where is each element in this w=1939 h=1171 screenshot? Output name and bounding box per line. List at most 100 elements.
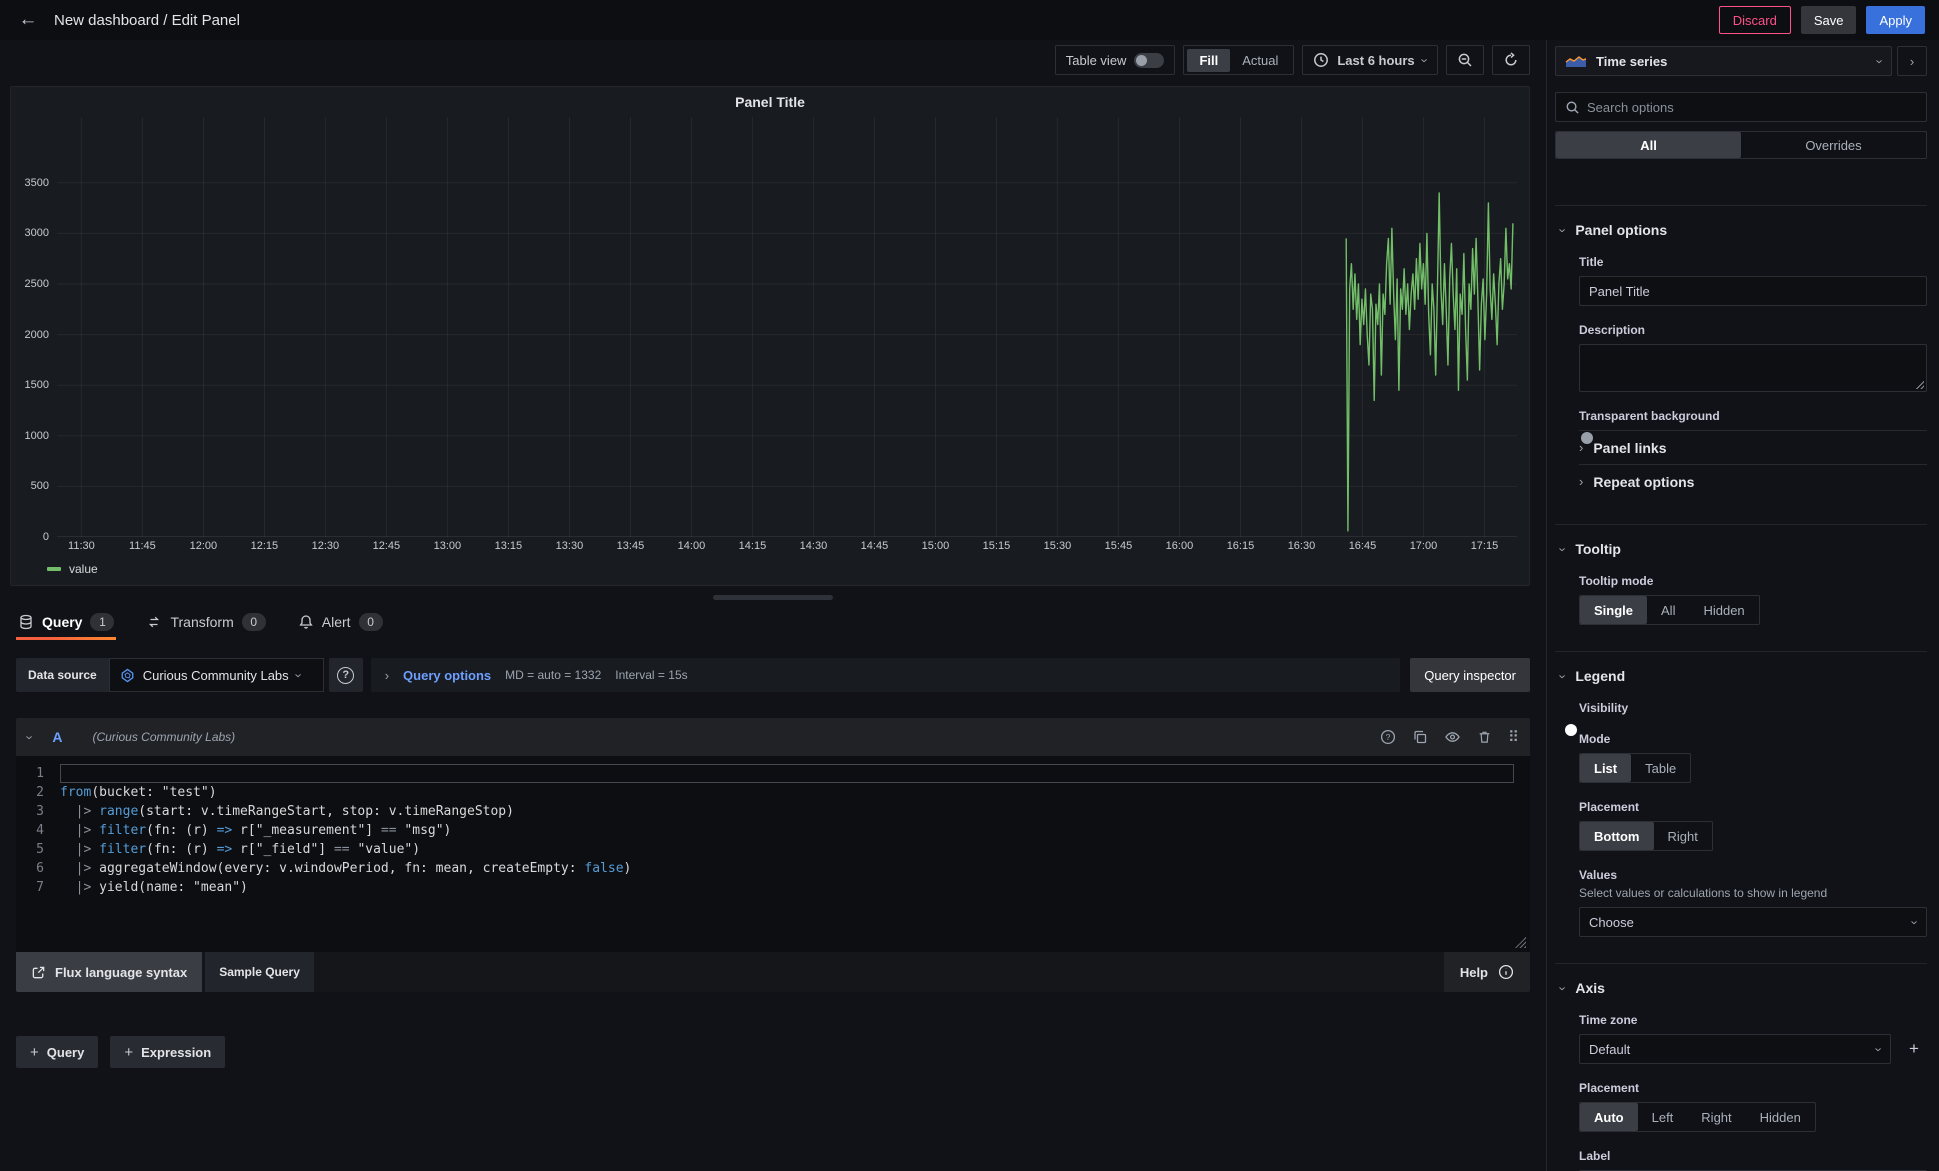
fill-option[interactable]: Fill bbox=[1187, 49, 1230, 72]
duplicate-icon[interactable] bbox=[1412, 729, 1428, 745]
panel-toolbar: Table view Fill Actual Last 6 hours › bbox=[0, 40, 1546, 80]
line-number: 3 bbox=[16, 802, 60, 821]
flux-code-editor[interactable]: 12from(bucket: "test")3 |> range(start: … bbox=[16, 756, 1530, 952]
help-circle-icon[interactable]: ? bbox=[1380, 729, 1396, 745]
discard-button[interactable]: Discard bbox=[1719, 6, 1791, 34]
x-axis-tick-label: 12:30 bbox=[312, 540, 340, 552]
axis-placement-group-option-left[interactable]: Left bbox=[1638, 1103, 1688, 1131]
editor-tabs: Query 1 Transform 0 Alert 0 bbox=[16, 604, 1530, 640]
options-filter-tabs-option-overrides[interactable]: Overrides bbox=[1741, 132, 1926, 158]
panel-options-header[interactable]: › Panel options bbox=[1555, 206, 1927, 238]
database-icon bbox=[18, 614, 34, 630]
add-query-button[interactable]: + Query bbox=[16, 1036, 98, 1068]
repeat-options-collapse[interactable]: › Repeat options bbox=[1579, 464, 1927, 498]
flux-syntax-label: Flux language syntax bbox=[55, 965, 187, 980]
line-number: 6 bbox=[16, 859, 60, 878]
time-range-picker[interactable]: Last 6 hours › bbox=[1302, 45, 1438, 75]
legend-values-select[interactable]: Choose › bbox=[1579, 907, 1927, 937]
time-series-viz-icon bbox=[1565, 54, 1587, 68]
eye-icon[interactable] bbox=[1444, 729, 1461, 745]
datasource-help-button[interactable]: ? bbox=[329, 658, 363, 692]
code-line-4[interactable]: 4 |> filter(fn: (r) => r["_measurement"]… bbox=[16, 821, 1530, 840]
code-line-2[interactable]: 2from(bucket: "test") bbox=[16, 783, 1530, 802]
options-search-input[interactable] bbox=[1587, 100, 1917, 115]
legend-mode-group-option-list[interactable]: List bbox=[1580, 754, 1631, 782]
trash-icon[interactable] bbox=[1477, 729, 1492, 745]
code-line-1[interactable]: 1 bbox=[16, 764, 1530, 783]
tab-transform[interactable]: Transform 0 bbox=[144, 604, 267, 640]
add-expression-label: Expression bbox=[141, 1045, 211, 1060]
plot-region[interactable] bbox=[57, 117, 1517, 537]
panel-description-textarea[interactable] bbox=[1579, 344, 1927, 392]
code-line-5[interactable]: 5 |> filter(fn: (r) => r["_field"] == "v… bbox=[16, 840, 1530, 859]
tooltip-mode-group-option-all[interactable]: All bbox=[1647, 596, 1689, 624]
axis-placement-group-option-hidden[interactable]: Hidden bbox=[1746, 1103, 1815, 1131]
tab-alert[interactable]: Alert 0 bbox=[296, 604, 385, 640]
query-options-link[interactable]: Query options bbox=[403, 668, 491, 683]
x-axis-tick-label: 15:45 bbox=[1105, 540, 1133, 552]
actual-option[interactable]: Actual bbox=[1230, 49, 1290, 72]
add-timezone-button[interactable]: + bbox=[1901, 1039, 1927, 1059]
x-axis-tick-label: 13:30 bbox=[556, 540, 584, 552]
legend-series-label[interactable]: value bbox=[69, 562, 98, 576]
section-title: Legend bbox=[1575, 668, 1625, 684]
zoom-out-icon bbox=[1457, 52, 1473, 68]
time-series-panel[interactable]: Panel Title 0500100015002000250030003500… bbox=[10, 86, 1530, 586]
back-arrow-icon[interactable]: ← bbox=[12, 4, 44, 36]
code-line-3[interactable]: 3 |> range(start: v.timeRangeStart, stop… bbox=[16, 802, 1530, 821]
legend-placement-group-option-right[interactable]: Right bbox=[1654, 822, 1712, 850]
save-button[interactable]: Save bbox=[1801, 6, 1857, 34]
axis-header[interactable]: › Axis bbox=[1555, 964, 1927, 996]
textarea-resize-icon[interactable] bbox=[1915, 380, 1924, 389]
axis-placement-group-option-auto[interactable]: Auto bbox=[1580, 1103, 1638, 1131]
add-expression-button[interactable]: + Expression bbox=[110, 1036, 225, 1068]
collapse-query-icon[interactable]: › bbox=[24, 735, 37, 739]
flux-syntax-button[interactable]: Flux language syntax bbox=[16, 952, 202, 992]
sample-query-button[interactable]: Sample Query bbox=[205, 952, 314, 992]
tooltip-header[interactable]: › Tooltip bbox=[1555, 525, 1927, 557]
code-line-6[interactable]: 6 |> aggregateWindow(every: v.windowPeri… bbox=[16, 859, 1530, 878]
chevron-down-icon: › bbox=[1418, 58, 1431, 62]
x-axis-tick-label: 13:15 bbox=[495, 540, 523, 552]
legend-swatch bbox=[47, 567, 61, 571]
table-view-toggle[interactable] bbox=[1134, 53, 1164, 68]
query-datasource-hint: (Curious Community Labs) bbox=[92, 730, 235, 744]
collapse-pane-button[interactable]: › bbox=[1897, 46, 1927, 76]
code-line-7[interactable]: 7 |> yield(name: "mean") bbox=[16, 878, 1530, 897]
apply-button[interactable]: Apply bbox=[1866, 6, 1925, 34]
drag-handle-icon[interactable]: ⠿ bbox=[1508, 728, 1518, 746]
breadcrumb: New dashboard / Edit Panel bbox=[54, 12, 240, 29]
x-axis-tick-label: 12:15 bbox=[251, 540, 279, 552]
refresh-button[interactable] bbox=[1492, 45, 1530, 75]
x-axis-tick-label: 12:45 bbox=[373, 540, 401, 552]
datasource-picker[interactable]: Curious Community Labs › bbox=[109, 658, 324, 692]
chart-legend: value bbox=[47, 562, 1529, 576]
help-button[interactable]: Help bbox=[1444, 952, 1530, 992]
query-inspector-button[interactable]: Query inspector bbox=[1410, 658, 1530, 692]
query-editor-header: › A (Curious Community Labs) ? ⠿ bbox=[16, 718, 1530, 756]
tooltip-mode-group-option-hidden[interactable]: Hidden bbox=[1689, 596, 1758, 624]
timezone-select[interactable]: Default › bbox=[1579, 1034, 1891, 1064]
editor-resize-handle[interactable] bbox=[1515, 937, 1526, 948]
legend-placement-group-option-bottom[interactable]: Bottom bbox=[1580, 822, 1654, 850]
zoom-out-button[interactable] bbox=[1446, 45, 1484, 75]
transform-icon bbox=[146, 614, 162, 630]
visualization-picker[interactable]: Time series › bbox=[1555, 46, 1892, 76]
legend-mode-group-option-table[interactable]: Table bbox=[1631, 754, 1690, 782]
chevron-down-icon: › bbox=[1873, 59, 1886, 63]
y-axis: 0500100015002000250030003500 bbox=[17, 117, 51, 537]
query-ref-id[interactable]: A bbox=[52, 729, 62, 745]
options-filter-tabs-option-all[interactable]: All bbox=[1556, 132, 1741, 158]
panel-links-collapse[interactable]: › Panel links bbox=[1579, 430, 1927, 464]
options-pane: Time series › › AllOverrides › Panel opt… bbox=[1546, 40, 1939, 1171]
panel-resize-handle[interactable] bbox=[713, 595, 833, 600]
tab-query[interactable]: Query 1 bbox=[16, 604, 116, 640]
axis-placement-group-option-right[interactable]: Right bbox=[1687, 1103, 1745, 1131]
fill-actual-switch: Fill Actual bbox=[1183, 45, 1294, 75]
legend-header[interactable]: › Legend bbox=[1555, 652, 1927, 684]
axis-label-label: Label bbox=[1579, 1149, 1927, 1163]
line-number: 1 bbox=[16, 764, 60, 783]
panel-title-input[interactable] bbox=[1579, 276, 1927, 306]
table-view-toggle-group[interactable]: Table view bbox=[1055, 45, 1176, 75]
tooltip-mode-group-option-single[interactable]: Single bbox=[1580, 596, 1647, 624]
